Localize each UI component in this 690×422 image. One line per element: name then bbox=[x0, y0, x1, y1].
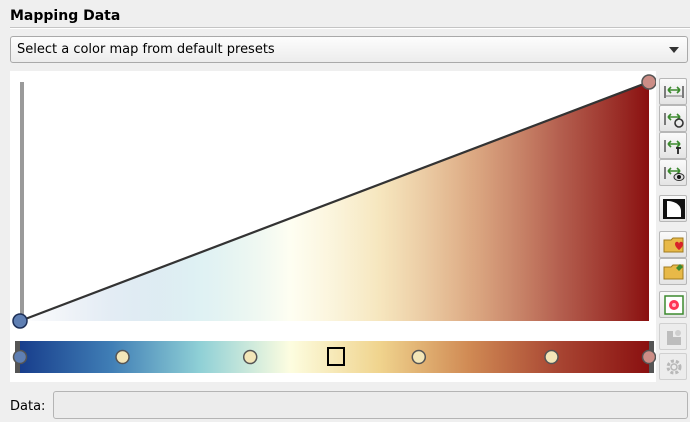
annotation-icon bbox=[667, 330, 681, 345]
annotations-button[interactable] bbox=[659, 323, 687, 350]
range-arrows-icon bbox=[664, 86, 684, 98]
nan-color-icon bbox=[664, 295, 684, 315]
save-to-preset-button[interactable] bbox=[659, 258, 687, 285]
chevron-down-icon[interactable] bbox=[669, 47, 679, 53]
color-control-point[interactable] bbox=[12, 349, 28, 365]
favorite-folder-icon bbox=[663, 237, 684, 253]
data-field-input[interactable] bbox=[53, 391, 688, 419]
save-folder-icon bbox=[663, 264, 684, 280]
preset-select-value: Select a color map from default presets bbox=[17, 42, 275, 57]
color-control-point[interactable] bbox=[115, 349, 130, 365]
range-time-icon bbox=[664, 140, 681, 154]
range-custom-icon bbox=[664, 113, 684, 128]
opacity-point-end[interactable] bbox=[641, 74, 656, 90]
section-divider bbox=[10, 27, 690, 29]
color-control-point[interactable] bbox=[544, 349, 559, 365]
invert-transfer-functions-button[interactable] bbox=[659, 195, 687, 222]
opacity-point-start[interactable] bbox=[12, 313, 28, 329]
rescale-visible-range-button[interactable] bbox=[659, 159, 687, 186]
color-control-point[interactable] bbox=[411, 349, 427, 365]
choose-preset-button[interactable] bbox=[659, 231, 687, 258]
range-visible-icon bbox=[664, 167, 685, 181]
opacity-axis bbox=[20, 82, 24, 322]
advanced-settings-button[interactable] bbox=[659, 353, 687, 380]
mapping-data-heading: Mapping Data bbox=[10, 8, 121, 24]
rescale-data-over-time-button[interactable] bbox=[659, 132, 687, 159]
transfer-function-canvas[interactable] bbox=[10, 71, 656, 382]
rescale-custom-range-button[interactable] bbox=[659, 105, 687, 132]
transfer-function-editor[interactable] bbox=[10, 71, 656, 382]
invert-icon bbox=[663, 199, 685, 219]
color-control-point[interactable] bbox=[641, 349, 656, 365]
color-control-point[interactable] bbox=[242, 349, 258, 365]
nan-color-button[interactable] bbox=[659, 291, 687, 318]
gear-icon bbox=[666, 359, 682, 375]
data-field-label: Data: bbox=[10, 399, 46, 414]
preset-select[interactable]: Select a color map from default presets bbox=[10, 36, 688, 63]
rescale-to-data-range-button[interactable] bbox=[659, 78, 687, 105]
